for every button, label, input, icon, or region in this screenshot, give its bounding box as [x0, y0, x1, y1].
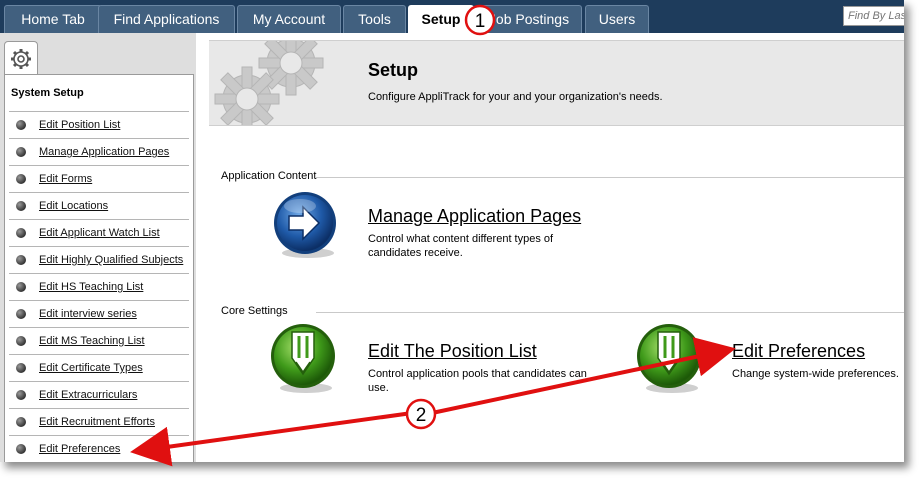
bullet-icon	[16, 255, 26, 265]
system-setup-panel: System Setup Edit Position List Manage A…	[4, 74, 194, 462]
page-header-band	[209, 40, 904, 126]
sidebar-item-edit-interview-series[interactable]: Edit interview series	[9, 300, 189, 327]
tab-find-applications[interactable]: Find Applications	[98, 5, 235, 33]
manage-application-pages-desc-1: Control what content different types of	[368, 233, 554, 245]
edit-preferences-link[interactable]: Edit Preferences	[732, 341, 865, 362]
sidebar-item-label: Edit MS Teaching List	[39, 335, 145, 347]
bullet-icon	[16, 417, 26, 427]
sidebar-item-edit-ms-teaching-list[interactable]: Edit MS Teaching List	[9, 327, 189, 354]
bullet-icon	[16, 336, 26, 346]
bullet-icon	[16, 282, 26, 292]
pencil-icon[interactable]	[632, 320, 708, 396]
sidebar-item-edit-position-list[interactable]: Edit Position List	[9, 111, 189, 138]
bullet-icon	[16, 444, 26, 454]
sidebar-item-edit-locations[interactable]: Edit Locations	[9, 192, 189, 219]
sidebar-item-label: Edit Locations	[39, 200, 109, 212]
tab-setup[interactable]: Setup	[408, 5, 474, 33]
sidebar-item-label: Edit Preferences	[39, 443, 121, 455]
bullet-icon	[16, 363, 26, 373]
edit-position-list-link[interactable]: Edit The Position List	[368, 341, 537, 362]
sidebar-item-edit-hs-teaching-list[interactable]: Edit HS Teaching List	[9, 273, 189, 300]
bullet-icon	[16, 201, 26, 211]
section-label-core-settings: Core Settings	[221, 305, 288, 317]
sidebar-item-label: Edit Applicant Watch List	[39, 227, 160, 239]
sidebar-gear-tab[interactable]	[4, 41, 38, 76]
sidebar-item-label: Manage Application Pages	[39, 146, 170, 158]
gears-icon	[214, 41, 324, 125]
sidebar-title: System Setup	[11, 87, 84, 99]
sidebar-item-label: Edit Highly Qualified Subjects	[39, 254, 184, 266]
app-window: Home Tab Find Applications My Account To…	[0, 0, 904, 462]
manage-application-pages-link[interactable]: Manage Application Pages	[368, 206, 581, 227]
tab-tools[interactable]: Tools	[343, 5, 406, 33]
sidebar-item-edit-preferences[interactable]: Edit Preferences	[9, 435, 189, 462]
section-label-application-content: Application Content	[221, 170, 317, 182]
pencil-icon[interactable]	[266, 320, 342, 396]
sidebar-item-label: Edit interview series	[39, 308, 137, 320]
section-divider	[316, 312, 904, 313]
tab-label: Job Postings	[488, 11, 570, 27]
sidebar-item-edit-forms[interactable]: Edit Forms	[9, 165, 189, 192]
bullet-icon	[16, 228, 26, 238]
sidebar-item-label: Edit Recruitment Efforts	[39, 416, 155, 428]
sidebar: System Setup Edit Position List Manage A…	[0, 33, 196, 462]
sidebar-item-edit-applicant-watch-list[interactable]: Edit Applicant Watch List	[9, 219, 189, 246]
sidebar-item-edit-recruitment-efforts[interactable]: Edit Recruitment Efforts	[9, 408, 189, 435]
tab-my-account[interactable]: My Account	[237, 5, 341, 33]
sidebar-item-label: Edit Position List	[39, 119, 121, 131]
edit-position-list-desc-1: Control application pools that candidate…	[368, 368, 587, 380]
edit-position-list-desc-2: use.	[368, 382, 389, 394]
page-subtitle: Configure AppliTrack for your and your o…	[368, 91, 663, 103]
bullet-icon	[16, 174, 26, 184]
sidebar-item-label: Edit Forms	[39, 173, 93, 185]
sidebar-item-label: Edit Certificate Types	[39, 362, 143, 374]
search-input[interactable]	[843, 6, 904, 26]
tab-label: Tools	[358, 11, 391, 27]
manage-application-pages-desc-2: candidates receive.	[368, 247, 463, 259]
bullet-icon	[16, 147, 26, 157]
tab-label: Find Applications	[113, 11, 220, 27]
tab-label: My Account	[252, 11, 326, 27]
arrow-right-icon[interactable]	[270, 189, 342, 261]
bullet-icon	[16, 309, 26, 319]
sidebar-item-edit-extracurriculars[interactable]: Edit Extracurriculars	[9, 381, 189, 408]
bullet-icon	[16, 390, 26, 400]
tab-home[interactable]: Home Tab	[4, 5, 102, 33]
bullet-icon	[16, 120, 26, 130]
gear-icon	[11, 49, 31, 69]
sidebar-item-label: Edit HS Teaching List	[39, 281, 144, 293]
tab-job-postings[interactable]: Job Postings	[476, 5, 582, 33]
sidebar-item-manage-application-pages[interactable]: Manage Application Pages	[9, 138, 189, 165]
section-divider	[316, 177, 904, 178]
sidebar-item-edit-highly-qualified-subjects[interactable]: Edit Highly Qualified Subjects	[9, 246, 189, 273]
tab-label: Users	[598, 11, 636, 27]
tab-label: Home Tab	[21, 11, 85, 27]
main-tab-bar: Home Tab Find Applications My Account To…	[0, 0, 904, 33]
tab-label: Setup	[421, 11, 461, 27]
edit-preferences-desc: Change system-wide preferences.	[732, 368, 899, 380]
page-title: Setup	[368, 60, 419, 80]
sidebar-item-label: Edit Extracurriculars	[39, 389, 138, 401]
tab-users[interactable]: Users	[585, 5, 649, 33]
sidebar-item-edit-certificate-types[interactable]: Edit Certificate Types	[9, 354, 189, 381]
